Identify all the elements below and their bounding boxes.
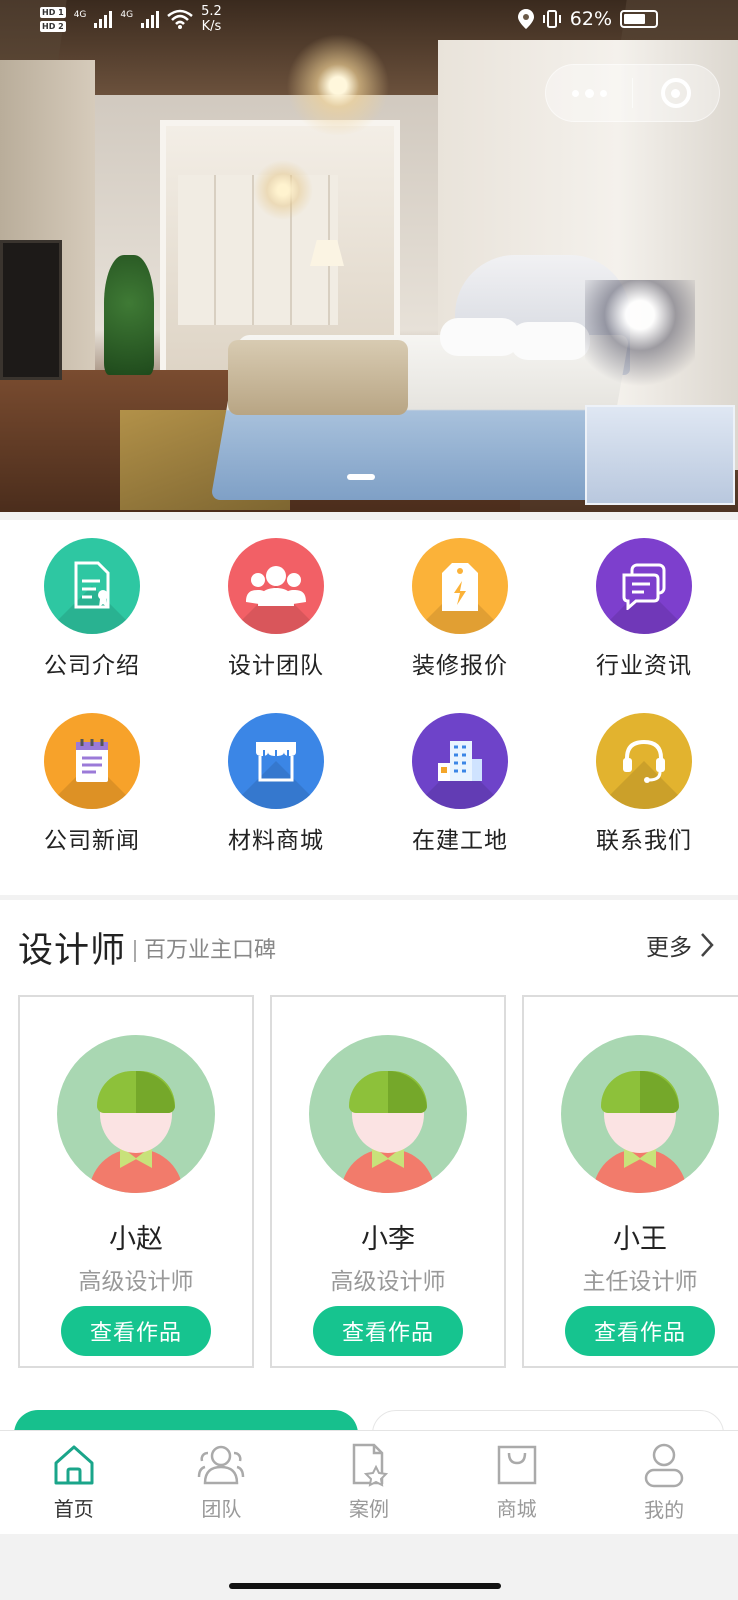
network-speed: 5.2 K/s [201, 4, 222, 34]
team-icon [198, 1445, 245, 1485]
tab-home[interactable]: 首页 [0, 1431, 148, 1534]
price-tag-icon [412, 538, 508, 634]
menu-item-industry-news[interactable]: 行业资讯 [552, 538, 736, 680]
designer-role: 高级设计师 [78, 1269, 194, 1295]
battery-percent: 62% [569, 8, 612, 30]
network-type: 4G [73, 9, 87, 20]
chevron-right-icon [701, 933, 714, 957]
designer-name: 小王 [613, 1224, 667, 1255]
tab-cases[interactable]: 案例 [295, 1431, 443, 1534]
building-icon [412, 713, 508, 809]
banner-chandelier [278, 25, 398, 135]
menu-label: 公司新闻 [44, 828, 140, 854]
banner-nightstand [585, 405, 735, 505]
menu-item-renovation-quote[interactable]: 装修报价 [368, 538, 552, 680]
section-header: 设计师 百万业主口碑 [18, 922, 276, 973]
tab-label: 商城 [496, 1497, 537, 1521]
avatar [57, 1035, 215, 1193]
menu-item-company-news[interactable]: 公司新闻 [0, 713, 184, 855]
menu-label: 材料商城 [228, 828, 324, 854]
close-miniprogram-icon[interactable] [633, 65, 719, 121]
document-icon [44, 538, 140, 634]
wifi-icon [167, 9, 193, 29]
miniprogram-capsule [545, 64, 720, 122]
sim-badge: HD 1 [40, 6, 66, 18]
sim-badges: HD 1 HD 2 [40, 6, 66, 32]
menu-label: 行业资讯 [596, 653, 692, 679]
banner-indicator-dot[interactable] [347, 474, 375, 480]
function-menu: 公司介绍 设计团队 装修报价 行业资讯 公司新闻 材料商城 在建工地 联系我们 [0, 520, 738, 895]
designer-name: 小李 [361, 1224, 415, 1255]
signal-icon [94, 10, 113, 28]
view-works-button[interactable]: 查看作品 [61, 1306, 211, 1356]
network-type: 4G [120, 9, 134, 20]
menu-item-contact-us[interactable]: 联系我们 [552, 713, 736, 855]
vibrate-icon [542, 10, 561, 28]
case-icon [352, 1443, 389, 1487]
more-dots-icon[interactable] [546, 65, 632, 121]
battery-icon [620, 10, 658, 28]
user-icon [644, 1443, 684, 1488]
menu-item-construction-sites[interactable]: 在建工地 [368, 713, 552, 855]
notepad-icon [44, 713, 140, 809]
tab-label: 首页 [53, 1497, 94, 1521]
designer-role: 主任设计师 [582, 1269, 698, 1295]
designer-card[interactable]: 小赵 高级设计师 查看作品 [18, 995, 254, 1368]
tab-label: 团队 [201, 1497, 242, 1521]
network-speed-value: 5.2 [201, 4, 222, 19]
news-chat-icon [596, 538, 692, 634]
network-speed-unit: K/s [201, 19, 222, 34]
sim-badge: HD 2 [40, 20, 66, 32]
more-link[interactable]: 更多 [646, 928, 714, 962]
tab-team[interactable]: 团队 [148, 1431, 296, 1534]
menu-label: 设计团队 [228, 653, 324, 679]
avatar [309, 1035, 467, 1193]
store-icon [228, 713, 324, 809]
banner-pillow [510, 322, 590, 360]
home-indicator[interactable] [229, 1583, 501, 1589]
banner-plant [104, 255, 154, 375]
bottom-tab-bar: 首页 团队 案例 商城 我的 [0, 1430, 738, 1534]
signal-icon [141, 10, 160, 28]
designer-name: 小赵 [109, 1224, 163, 1255]
banner-chandelier-small [248, 160, 318, 220]
designers-section: 设计师 百万业主口碑 更多 小赵 高级设计师 查看作品 小李 高级设计师 查看作… [0, 900, 738, 1430]
shop-bag-icon [497, 1445, 536, 1485]
system-gesture-area [0, 1534, 738, 1600]
designer-card[interactable]: 小王 主任设计师 查看作品 [522, 995, 738, 1368]
designer-role: 高级设计师 [330, 1269, 446, 1295]
menu-label: 装修报价 [412, 653, 508, 679]
view-works-button[interactable]: 查看作品 [313, 1306, 463, 1356]
menu-item-company-intro[interactable]: 公司介绍 [0, 538, 184, 680]
tab-mine[interactable]: 我的 [590, 1431, 738, 1534]
tab-mall[interactable]: 商城 [443, 1431, 591, 1534]
tab-label: 案例 [348, 1497, 389, 1521]
banner-blanket [228, 340, 408, 415]
more-label: 更多 [646, 935, 692, 961]
section-subtitle: 百万业主口碑 [134, 939, 276, 962]
team-icon [228, 538, 324, 634]
menu-label: 在建工地 [412, 828, 508, 854]
location-icon [517, 9, 534, 29]
view-works-button[interactable]: 查看作品 [565, 1306, 715, 1356]
designer-card[interactable]: 小李 高级设计师 查看作品 [270, 995, 506, 1368]
menu-item-material-mall[interactable]: 材料商城 [184, 713, 368, 855]
banner-candelabra [585, 280, 695, 420]
status-bar: HD 1 HD 2 4G 4G 5.2 K/s 62% [0, 0, 738, 40]
tab-label: 我的 [644, 1498, 685, 1522]
menu-item-design-team[interactable]: 设计团队 [184, 538, 368, 680]
menu-label: 联系我们 [596, 828, 692, 854]
section-title: 设计师 [18, 931, 127, 971]
headset-icon [596, 713, 692, 809]
banner-pillow [440, 318, 520, 356]
banner-tv [0, 240, 62, 380]
avatar [561, 1035, 719, 1193]
menu-label: 公司介绍 [44, 653, 140, 679]
home-icon [54, 1445, 94, 1485]
